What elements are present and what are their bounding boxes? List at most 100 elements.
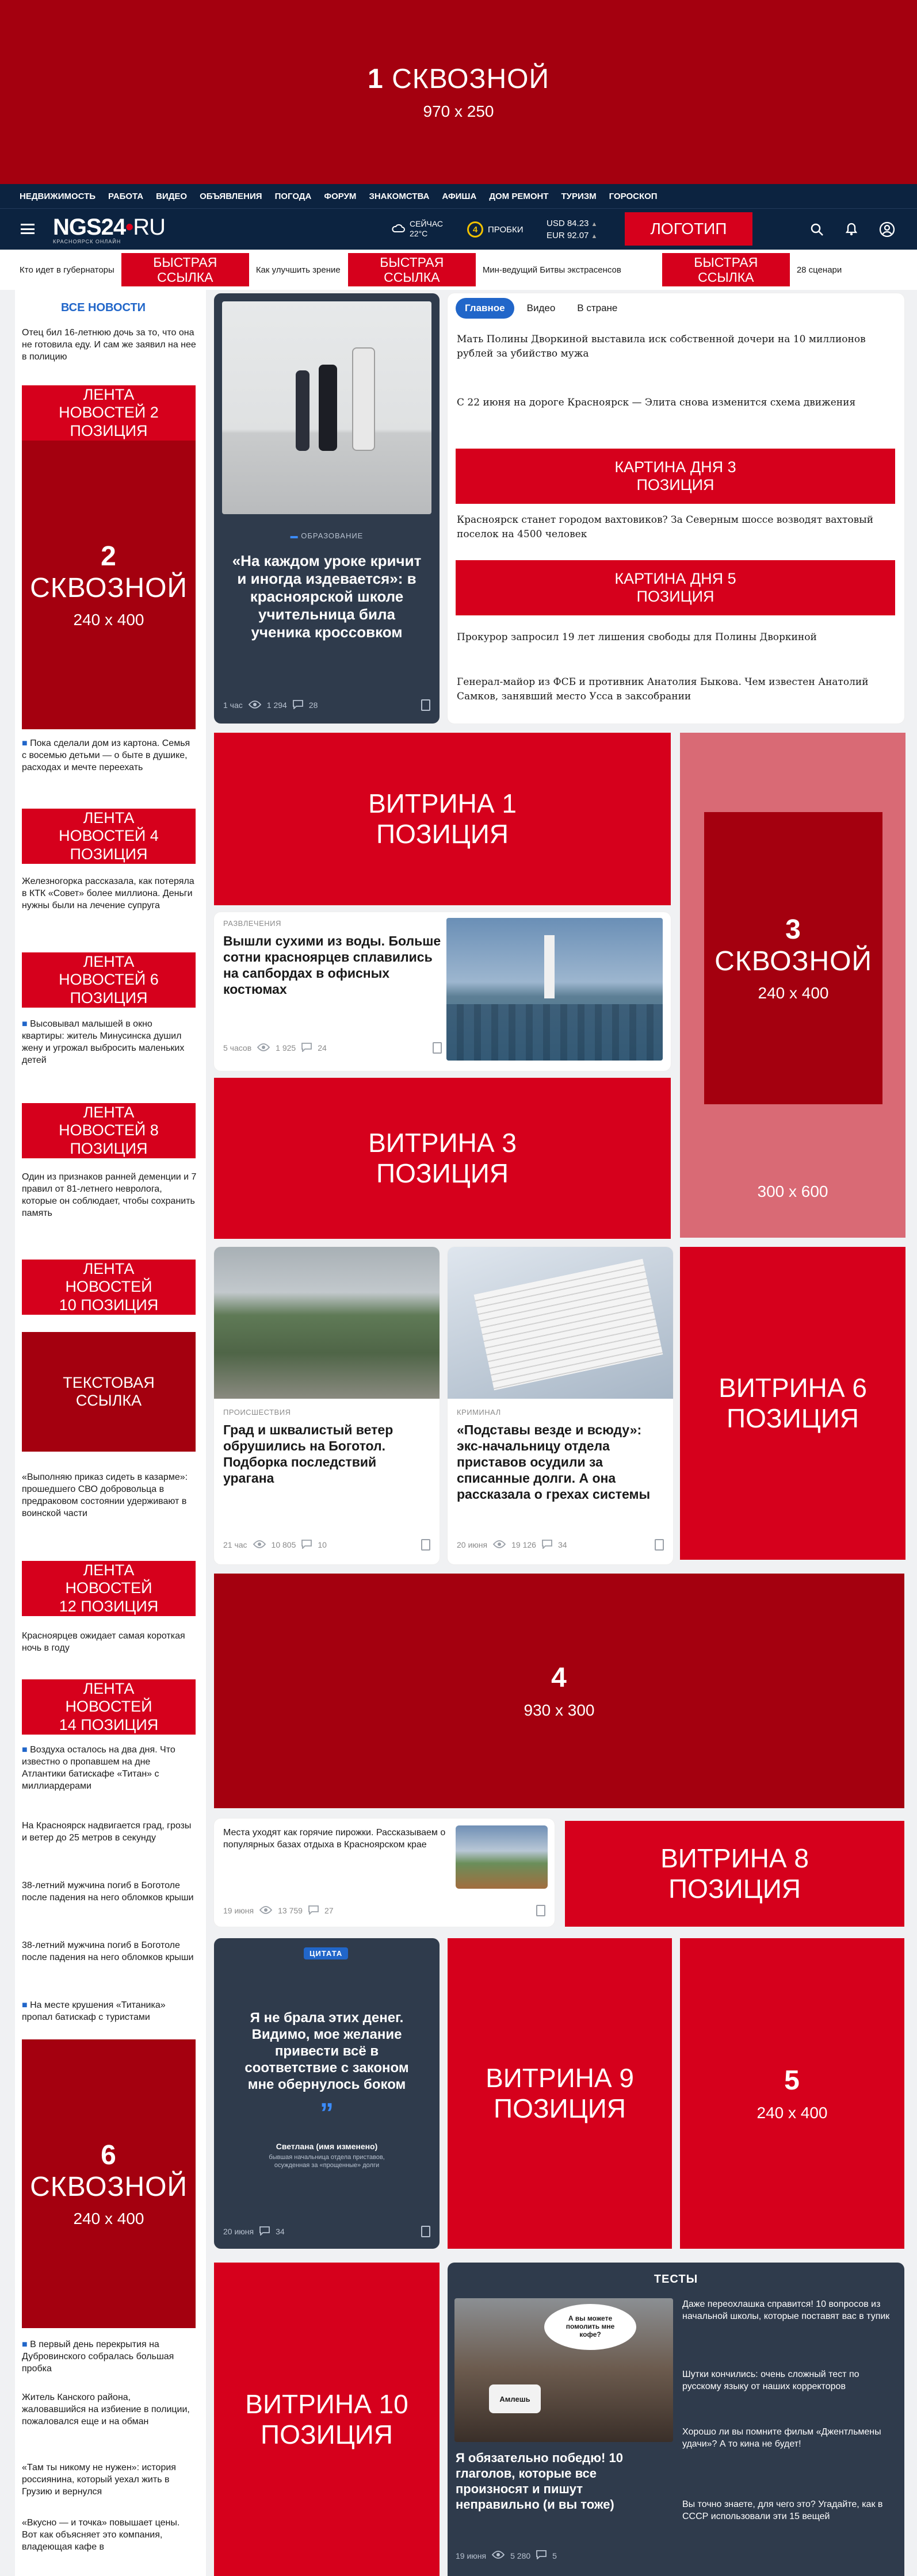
showcase-ad-6[interactable]: ВИТРИНА 6 ПОЗИЦИЯ	[680, 1247, 905, 1560]
sidebar-ad[interactable]: ЛЕНТА НОВОСТЕЙ 2 ПОЗИЦИЯ	[22, 385, 196, 441]
headline-item[interactable]: Генерал-майор из ФСБ и противник Анатоли…	[457, 675, 894, 704]
quick-link-ad[interactable]: БЫСТРАЯ ССЫЛКА	[662, 253, 790, 286]
sidebar-news-item[interactable]: «Вкусно — и точка» повышает цены. Вот ка…	[22, 2517, 197, 2572]
headline-item[interactable]: Красноярск станет городом вахтовиков? За…	[457, 513, 892, 542]
bookmark-icon[interactable]	[421, 2226, 430, 2237]
bell-icon[interactable]	[845, 221, 858, 239]
sidebar-news-item[interactable]: Отец бил 16-летнюю дочь за то, что она н…	[22, 327, 197, 368]
text-link-ad[interactable]: ТЕКСТОВАЯ ССЫЛКА	[22, 1332, 196, 1452]
tab-video[interactable]: Видео	[518, 298, 565, 319]
headline-item[interactable]: Мать Полины Дворкиной выставила иск собс…	[457, 332, 882, 361]
showcase-ad-8[interactable]: ВИТРИНА 8 ПОЗИЦИЯ	[565, 1821, 904, 1927]
showcase-ad-9[interactable]: ВИТРИНА 9 ПОЗИЦИЯ	[448, 1938, 672, 2249]
user-icon[interactable]	[879, 221, 895, 240]
quick-link[interactable]: Кто идет в губернаторы	[20, 262, 114, 278]
topnav-item[interactable]: ОБЪЯВЛЕНИЯ	[200, 192, 262, 201]
sidebar-news-item[interactable]: На Красноярск надвигается град, грозы и …	[22, 1820, 197, 1844]
sidebar-news-item[interactable]: ■ Воздуха осталось на два дня. Что извес…	[22, 1744, 197, 1792]
pies-meta: 19 июня 13 759 27	[223, 1905, 545, 1916]
topnav-item[interactable]: НЕДВИЖИМОСТЬ	[20, 192, 95, 201]
tab-country[interactable]: В стране	[568, 298, 626, 319]
headline-item[interactable]: Прокурор запросил 19 лет лишения свободы…	[457, 630, 882, 645]
topnav-item[interactable]: ТУРИЗМ	[561, 192, 597, 201]
site-header: NGS24•RU КРАСНОЯРСК ОНЛАЙН СЕЙЧАС 22°C 4 …	[0, 208, 917, 250]
sidebar-news-item[interactable]: 38-летний мужчина погиб в Боготоле после…	[22, 1880, 197, 1904]
bookmark-icon[interactable]	[433, 1042, 442, 1054]
sidebar-ad[interactable]: ЛЕНТА НОВОСТЕЙ 12 ПОЗИЦИЯ	[22, 1561, 196, 1616]
quick-link[interactable]: 28 сценари	[797, 265, 842, 275]
ad-5[interactable]: 5 240 x 400	[680, 1938, 904, 2249]
traffic-widget[interactable]: 4 ПРОБКИ	[467, 221, 524, 238]
sidebar-news-item[interactable]: ■ На месте крушения «Титаника» пропал ба…	[22, 1999, 197, 2023]
sidebar-news-item[interactable]: «Выполняю приказ сидеть в казарме»: прош…	[22, 1471, 197, 1519]
search-icon[interactable]	[810, 223, 824, 239]
picture-of-day-ad[interactable]: КАРТИНА ДНЯ 3 ПОЗИЦИЯ	[456, 449, 895, 504]
quote-card[interactable]: ЦИТАТА Я не брала этих денег. Видимо, мо…	[214, 1938, 440, 2249]
right-ad-3-outer[interactable]: 3 СКВОЗНОЙ 240 x 400 300 x 600	[680, 733, 905, 1238]
sidebar-ad[interactable]: ЛЕНТА НОВОСТЕЙ 6 ПОЗИЦИЯ	[22, 952, 196, 1008]
topnav-item[interactable]: ФОРУМ	[324, 192, 356, 201]
quick-link-ad[interactable]: БЫСТРАЯ ССЫЛКА	[347, 253, 476, 286]
sup-meta: 5 часов 1 925 24	[223, 1042, 442, 1054]
sidebar-news-item[interactable]: ■ В первый день перекрытия на Дубровинск…	[22, 2338, 197, 2375]
quick-link[interactable]: Как улучшить зрение	[256, 265, 341, 275]
test-item[interactable]: Шутки кончились: очень сложный тест по р…	[682, 2368, 896, 2393]
ad-number: 3	[785, 914, 801, 945]
site-logo[interactable]: NGS24•RU КРАСНОЯРСК ОНЛАЙН	[53, 216, 166, 244]
sidebar-news-item[interactable]: Один из признаков ранней деменции и 7 пр…	[22, 1171, 197, 1219]
bailiff-news-card[interactable]: КРИМИНАЛ «Подставы везде и всюду»: экс-н…	[448, 1247, 673, 1564]
sidebar-ad[interactable]: ЛЕНТА НОВОСТЕЙ 8 ПОЗИЦИЯ	[22, 1103, 196, 1158]
speech-bubble: А вы можете помолить мне кофе?	[544, 2304, 636, 2350]
sidebar-ad-6[interactable]: 6 СКВОЗНОЙ 240 x 400	[22, 2039, 196, 2328]
topnav-item[interactable]: ГОРОСКОП	[609, 192, 658, 201]
showcase-ad-3[interactable]: ВИТРИНА 3 ПОЗИЦИЯ	[214, 1078, 671, 1239]
sidebar-news-item[interactable]: Красноярцев ожидает самая короткая ночь …	[22, 1630, 197, 1654]
wide-ad-4[interactable]: 4 930 x 300	[214, 1574, 904, 1808]
storm-news-card[interactable]: ПРОИСШЕСТВИЯ Град и шквалистый ветер обр…	[214, 1247, 440, 1564]
topnav-item[interactable]: ВИДЕО	[156, 192, 187, 201]
tests-main-title[interactable]: Я обязательно победю! 10 глаголов, котор…	[456, 2450, 668, 2512]
test-item[interactable]: Вы точно знаете, для чего это? Угадайте,…	[682, 2498, 896, 2523]
topnav-item[interactable]: ДОМ РЕМОНТ	[489, 192, 548, 201]
storm-category: ПРОИСШЕСТВИЯ	[223, 1408, 291, 1417]
quick-link-ad[interactable]: БЫСТРАЯ ССЫЛКА	[121, 253, 249, 286]
showcase-ad-10[interactable]: ВИТРИНА 10 ПОЗИЦИЯ	[214, 2263, 440, 2576]
logo-ad-button[interactable]: ЛОГОТИП	[625, 212, 752, 246]
sidebar-ad[interactable]: ЛЕНТА НОВОСТЕЙ 4 ПОЗИЦИЯ	[22, 809, 196, 864]
sidebar-news-item[interactable]: Железногорка рассказала, как потеряла в …	[22, 875, 197, 912]
topnav-item[interactable]: ПОГОДА	[275, 192, 312, 201]
weather-widget[interactable]: СЕЙЧАС 22°C	[391, 219, 443, 239]
sidebar-news-item[interactable]: «Там ты никому не нужен»: история россия…	[22, 2462, 197, 2498]
headline-item[interactable]: С 22 июня на дороге Красноярск — Элита с…	[457, 396, 882, 410]
top-ad-banner[interactable]: 1 СКВОЗНОЙ 970 x 250	[0, 0, 917, 184]
topnav-item[interactable]: РАБОТА	[108, 192, 143, 201]
currency-widget[interactable]: USD 84.23 ▲ EUR 92.07 ▲	[547, 218, 597, 242]
sidebar-news-item[interactable]: ■ Пока сделали дом из картона. Семья с в…	[22, 737, 197, 774]
sidebar-ad-2[interactable]: 2 СКВОЗНОЙ 240 x 400	[22, 441, 196, 729]
storm-title: Град и шквалистый ветер обрушились на Бо…	[223, 1422, 393, 1486]
ad-number: 5	[784, 2065, 800, 2096]
top-nav-bar: НЕДВИЖИМОСТЬ РАБОТА ВИДЕО ОБЪЯВЛЕНИЯ ПОГ…	[0, 184, 917, 208]
bookmark-icon[interactable]	[536, 1905, 545, 1916]
pies-news-card[interactable]: Места уходят как горячие пирожки. Расска…	[214, 1819, 555, 1927]
topnav-item[interactable]: АФИША	[442, 192, 476, 201]
sidebar-news-item[interactable]: 38-летний мужчина погиб в Боготоле после…	[22, 1939, 197, 1963]
sup-news-card[interactable]: РАЗВЛЕЧЕНИЯ Вышли сухими из воды. Больше…	[214, 912, 671, 1071]
bookmark-icon[interactable]	[655, 1539, 664, 1551]
all-news-link[interactable]: ВСЕ НОВОСТИ	[61, 301, 146, 315]
topnav-item[interactable]: ЗНАКОМСТВА	[369, 192, 429, 201]
sidebar-news-item[interactable]: ■ Высовывал малышей в окно квартиры: жит…	[22, 1018, 197, 1066]
quick-link[interactable]: Мин-ведущий Битвы экстрасенсов	[483, 265, 655, 275]
picture-of-day-ad[interactable]: КАРТИНА ДНЯ 5 ПОЗИЦИЯ	[456, 560, 895, 615]
test-item[interactable]: Даже переохлашка справится! 10 вопросов …	[682, 2298, 896, 2322]
hamburger-menu-icon[interactable]	[21, 224, 35, 234]
bookmark-icon[interactable]	[421, 699, 430, 711]
showcase-ad-1[interactable]: ВИТРИНА 1 ПОЗИЦИЯ	[214, 733, 671, 905]
sidebar-ad[interactable]: ЛЕНТА НОВОСТЕЙ 10 ПОЗИЦИЯ	[22, 1260, 196, 1315]
test-item[interactable]: Хорошо ли вы помните фильм «Джентльмены …	[682, 2426, 896, 2450]
hero-news-card[interactable]: ▬ ОБРАЗОВАНИЕ «На каждом уроке кричит и …	[214, 293, 440, 724]
bookmark-icon[interactable]	[421, 1539, 430, 1551]
sidebar-news-item[interactable]: Житель Канского района, жаловавшийся на …	[22, 2391, 197, 2428]
sidebar-ad[interactable]: ЛЕНТА НОВОСТЕЙ 14 ПОЗИЦИЯ	[22, 1679, 196, 1735]
tab-main[interactable]: Главное	[456, 298, 514, 319]
